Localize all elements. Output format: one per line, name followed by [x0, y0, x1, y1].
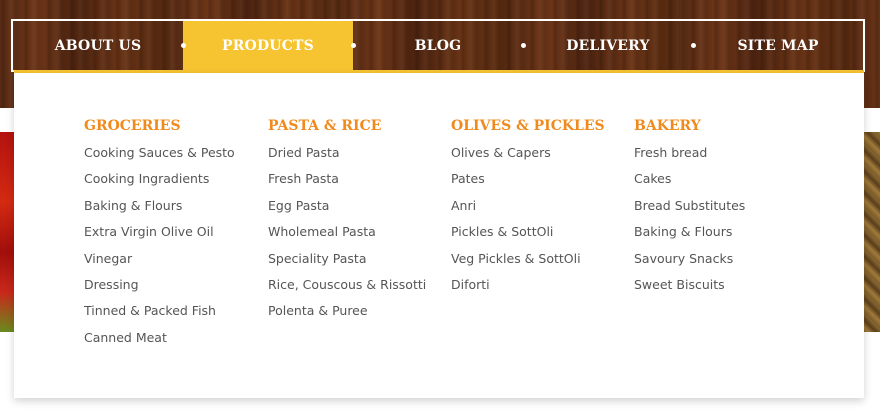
column-title[interactable]: OLIVES & PICKLES [451, 116, 634, 136]
menu-link[interactable]: Sweet Biscuits [634, 272, 817, 298]
menu-link[interactable]: Olives & Capers [451, 140, 634, 166]
menu-column-bakery: BAKERY Fresh bread Cakes Bread Substitut… [634, 116, 817, 298]
nav-item-label: ABOUT US [54, 37, 142, 54]
menu-link[interactable]: Vinegar [84, 246, 267, 272]
menu-link[interactable]: Dressing [84, 272, 267, 298]
nav-item-label: SITE MAP [737, 37, 819, 54]
nav-item-blog[interactable]: BLOG [353, 21, 526, 70]
column-title[interactable]: BAKERY [634, 116, 817, 136]
menu-link[interactable]: Polenta & Puree [268, 298, 451, 324]
nav-item-about-us[interactable]: ABOUT US [13, 21, 186, 70]
column-title[interactable]: PASTA & RICE [268, 116, 451, 136]
nav-item-label: DELIVERY [566, 37, 650, 54]
products-mega-menu: GROCERIES Cooking Sauces & Pesto Cooking… [14, 73, 864, 398]
menu-link[interactable]: Savoury Snacks [634, 246, 817, 272]
menu-link[interactable]: Canned Meat [84, 325, 267, 351]
column-title[interactable]: GROCERIES [84, 116, 267, 136]
nav-item-products[interactable]: PRODUCTS [183, 21, 356, 70]
menu-column-groceries: GROCERIES Cooking Sauces & Pesto Cooking… [84, 116, 267, 351]
nav-item-label: PRODUCTS [222, 37, 314, 54]
menu-link[interactable]: Veg Pickles & SottOli [451, 246, 634, 272]
menu-link[interactable]: Pates [451, 166, 634, 192]
menu-link[interactable]: Cooking Ingradients [84, 166, 267, 192]
menu-link[interactable]: Cakes [634, 166, 817, 192]
nav-item-label: BLOG [414, 37, 462, 54]
column-link-list: Dried Pasta Fresh Pasta Egg Pasta Wholem… [268, 140, 451, 325]
nav-separator-dot [181, 43, 186, 48]
food-image-right [862, 132, 880, 332]
nav-item-site-map[interactable]: SITE MAP [693, 21, 863, 70]
menu-link[interactable]: Extra Virgin Olive Oil [84, 219, 267, 245]
column-link-list: Cooking Sauces & Pesto Cooking Ingradien… [84, 140, 267, 351]
column-link-list: Fresh bread Cakes Bread Substitutes Baki… [634, 140, 817, 298]
column-link-list: Olives & Capers Pates Anri Pickles & Sot… [451, 140, 634, 298]
nav-item-delivery[interactable]: DELIVERY [523, 21, 696, 70]
menu-link[interactable]: Fresh Pasta [268, 166, 451, 192]
menu-link[interactable]: Fresh bread [634, 140, 817, 166]
menu-column-olives-pickles: OLIVES & PICKLES Olives & Capers Pates A… [451, 116, 634, 298]
menu-link[interactable]: Cooking Sauces & Pesto [84, 140, 267, 166]
menu-link[interactable]: Anri [451, 193, 634, 219]
nav-separator-dot [521, 43, 526, 48]
menu-link[interactable]: Rice, Couscous & Rissotti [268, 272, 451, 298]
menu-link[interactable]: Baking & Flours [634, 219, 817, 245]
menu-link[interactable]: Dried Pasta [268, 140, 451, 166]
menu-link[interactable]: Speciality Pasta [268, 246, 451, 272]
main-nav: ABOUT US PRODUCTS BLOG DELIVERY SITE MAP [11, 19, 865, 72]
menu-link[interactable]: Wholemeal Pasta [268, 219, 451, 245]
menu-link[interactable]: Tinned & Packed Fish [84, 298, 267, 324]
menu-link[interactable]: Baking & Flours [84, 193, 267, 219]
nav-separator-dot [691, 43, 696, 48]
menu-link[interactable]: Egg Pasta [268, 193, 451, 219]
nav-separator-dot [351, 43, 356, 48]
menu-link[interactable]: Bread Substitutes [634, 193, 817, 219]
menu-link[interactable]: Diforti [451, 272, 634, 298]
menu-link[interactable]: Pickles & SottOli [451, 219, 634, 245]
menu-column-pasta-rice: PASTA & RICE Dried Pasta Fresh Pasta Egg… [268, 116, 451, 325]
